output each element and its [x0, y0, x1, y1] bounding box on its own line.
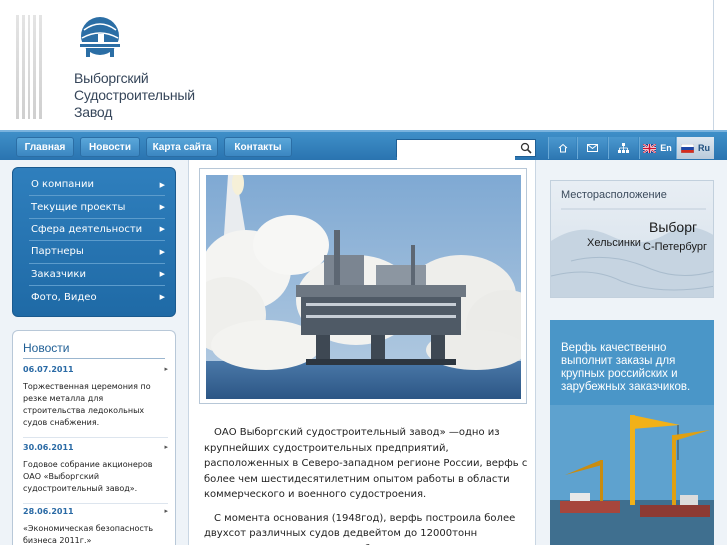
arrow-right-icon: ▸: [164, 507, 168, 515]
news-text[interactable]: «Экономическая безопасность бизнеса 2011…: [23, 523, 168, 545]
map-title: Месторасположение: [561, 189, 667, 201]
main-content: ОАО Выборгский судостроительный завод» —…: [188, 160, 536, 545]
menu-item-label: О компании: [31, 179, 94, 191]
shipyard-photo: [550, 405, 714, 545]
divider: [23, 437, 168, 438]
home-icon-button[interactable]: [548, 137, 576, 159]
news-text[interactable]: Торжественная церемония по резке металла…: [23, 381, 168, 429]
news-heading[interactable]: Новости: [23, 341, 69, 355]
menu-item-label: Заказчики: [31, 268, 86, 280]
lang-en-label: En: [660, 143, 672, 153]
menu-item-label: Партнеры: [31, 246, 84, 258]
home-icon: [558, 143, 567, 153]
news-date[interactable]: 28.06.2011: [23, 507, 74, 516]
arrow-right-icon: ▸: [164, 443, 168, 451]
arrow-right-icon: ▶: [159, 270, 165, 279]
map-city-helsinki: Хельсинки: [587, 237, 641, 249]
header-edge: [713, 0, 727, 130]
menu-item-current-projects[interactable]: Текущие проекты ▶: [29, 196, 165, 219]
side-menu: О компании ▶ Текущие проекты ▶ Сфера деяте…: [12, 167, 176, 317]
map-city-spb: С-Петербург: [643, 241, 707, 253]
search-input[interactable]: [397, 144, 515, 161]
promo-banner[interactable]: Верфь качественно выполнит заказы для кр…: [550, 320, 714, 545]
nav-news-button[interactable]: Новости: [80, 137, 140, 157]
promo-text: Верфь качественно выполнит заказы для кр…: [561, 342, 691, 393]
location-map[interactable]: Месторасположение Выборг Хельсинки С-Пет…: [550, 180, 714, 298]
lang-ru-label: Ru: [698, 143, 710, 153]
news-item[interactable]: 30.06.2011 ▸ Годовое собрание акционеров …: [23, 443, 168, 504]
news-item[interactable]: 28.06.2011 ▸ «Экономическая безопасность …: [23, 507, 168, 545]
arrow-right-icon: ▶: [159, 203, 165, 212]
top-nav: Главная Новости Карта сайта Контакты En …: [0, 130, 727, 161]
arrow-right-icon: ▶: [159, 247, 165, 256]
news-date[interactable]: 30.06.2011: [23, 443, 74, 452]
company-name[interactable]: Выборгский Судостроительный Завод: [74, 70, 214, 121]
arrow-right-icon: ▸: [164, 365, 168, 373]
map-city-vyborg: Выборг: [649, 219, 698, 235]
company-name-line-2: Судостроительный: [74, 87, 195, 103]
sitemap-icon: [618, 143, 629, 153]
mail-icon: [587, 144, 598, 152]
uk-flag-icon: [643, 143, 657, 153]
arrow-right-icon: ▶: [159, 293, 165, 302]
nav-contacts-button[interactable]: Контакты: [224, 137, 292, 157]
divider: [23, 503, 168, 504]
logo-icon[interactable]: [72, 14, 126, 60]
featured-photo: [206, 175, 521, 399]
menu-item-activities[interactable]: Сфера деятельности ▶: [29, 219, 165, 242]
intro-paragraph: ОАО Выборгский судостроительный завод» —…: [204, 427, 528, 500]
news-item[interactable]: 06.07.2011 ▸ Торжественная церемония по р…: [23, 365, 168, 438]
arrow-right-icon: ▶: [159, 180, 165, 189]
header: Выборгский Судостроительный Завод: [0, 0, 727, 130]
menu-item-customers[interactable]: Заказчики ▶: [29, 264, 165, 286]
company-name-line-1: Выборгский: [74, 70, 149, 86]
nav-sitemap-button[interactable]: Карта сайта: [146, 137, 218, 157]
decorative-stripes: [16, 15, 42, 119]
divider: [23, 358, 165, 359]
search-icon[interactable]: [519, 141, 533, 155]
arrow-right-icon: ▶: [159, 225, 165, 234]
intro-paragraph: С момента основания (1948год), верфь пос…: [204, 512, 516, 545]
lang-en-button[interactable]: En: [639, 137, 675, 159]
intro-text: ОАО Выборгский судостроительный завод» —…: [204, 425, 529, 545]
menu-item-partners[interactable]: Партнеры ▶: [29, 241, 165, 264]
news-text[interactable]: Годовое собрание акционеров ОАО «Выборгс…: [23, 459, 168, 495]
company-name-line-3: Завод: [74, 104, 113, 120]
news-panel: Новости 06.07.2011 ▸ Торжественная церемо…: [12, 330, 176, 545]
nav-home-button[interactable]: Главная: [16, 137, 74, 157]
featured-photo-frame: [199, 168, 527, 404]
menu-item-label: Сфера деятельности: [31, 223, 143, 235]
mail-icon-button[interactable]: [577, 137, 607, 159]
menu-item-photo-video[interactable]: Фото, Видео ▶: [29, 286, 165, 308]
search-box: [396, 139, 536, 161]
menu-item-label: Текущие проекты: [31, 201, 126, 213]
news-date[interactable]: 06.07.2011: [23, 365, 74, 374]
sitemap-icon-button[interactable]: [608, 137, 638, 159]
menu-item-label: Фото, Видео: [31, 291, 97, 303]
menu-item-about[interactable]: О компании ▶: [29, 174, 165, 197]
russia-flag-icon: [681, 143, 694, 153]
lang-ru-button[interactable]: Ru: [676, 137, 714, 159]
